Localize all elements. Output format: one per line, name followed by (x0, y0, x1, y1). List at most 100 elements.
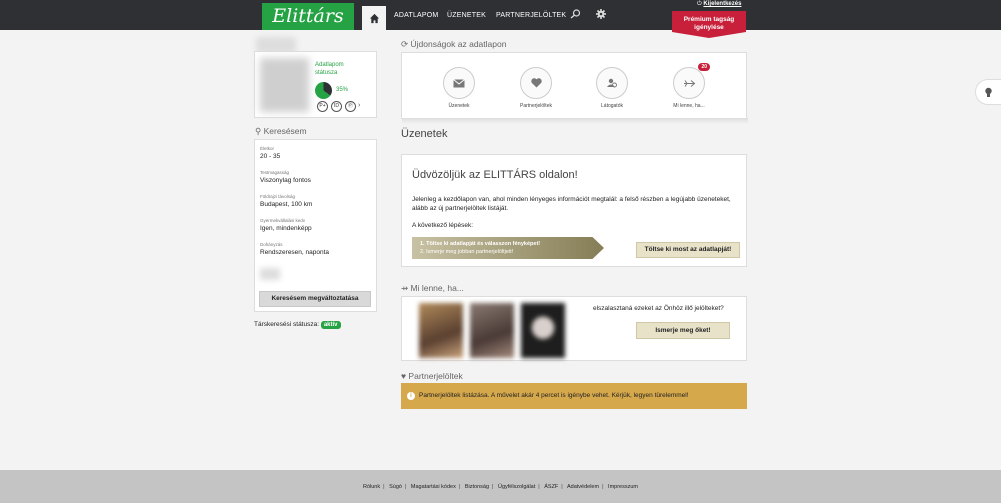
candidate-photo[interactable] (470, 303, 514, 358)
criterion-children: Gyermekvállalási kedv Igen, mindenképp (260, 218, 312, 233)
whatif-panel: elszalasztaná ezeket az Önhöz illő jelöl… (401, 296, 747, 361)
arrow-right-icon: › (358, 102, 361, 109)
nav-adatlapom[interactable]: ADATLAPOM (394, 0, 438, 30)
fill-profile-button[interactable]: Töltse ki most az adatlapját! (636, 242, 740, 258)
partners-section-title: ♥ Partnerjelöltek (401, 371, 463, 381)
news-circle: 20 (673, 63, 710, 99)
news-section-title: ⟳ Újdonságok az adatlapon (401, 39, 506, 50)
home-icon (369, 13, 379, 23)
badge-id-icon[interactable]: ID (331, 101, 342, 112)
criterion-age: Életkor 20 - 35 (260, 146, 280, 161)
dating-status-label: Társkeresési státusza: (254, 321, 320, 328)
premium-line2: igénylése (694, 24, 724, 31)
step-1: 1. Töltse ki adatlapját és válasszon fén… (420, 241, 541, 247)
whatif-question: elszalasztaná ezeket az Önhöz illő jelöl… (593, 305, 724, 312)
news-circle (596, 67, 628, 99)
footer-link-support[interactable]: Ügyfélszolgálat (498, 484, 535, 490)
profile-card: Adatlapom státusza 35% P+ ID Ⓟ › (254, 51, 377, 118)
candidate-photo[interactable] (521, 303, 565, 358)
criterion-value: Budapest, 100 km (260, 201, 313, 208)
news-item-label: Üzenetek (448, 103, 470, 109)
footer-link-about[interactable]: Rólunk (363, 484, 380, 490)
dating-status: Társkeresési státusza: aktív (254, 321, 341, 329)
profile-status-link[interactable]: Adatlapom státusza (315, 61, 355, 77)
change-search-button[interactable]: Keresésem megváltoztatása (259, 291, 371, 307)
whatif-section-title: ⇸ Mi lenne, ha... (401, 283, 464, 294)
arrow-icon (683, 79, 695, 87)
news-item-label: Látogatók (601, 103, 623, 109)
criterion-value: 20 - 35 (260, 153, 281, 160)
logout-link[interactable]: ⏻ Kijelentkezés (697, 1, 741, 8)
home-button[interactable] (362, 6, 386, 30)
messages-heading: Üzenetek (401, 128, 448, 140)
news-circle (520, 67, 552, 99)
news-item-visitors[interactable]: Látogatók (580, 67, 644, 109)
badge-p-plus-icon[interactable]: P+ (317, 101, 328, 112)
search-title-text: Keresésem (263, 126, 307, 136)
heart-icon (530, 78, 542, 88)
news-item-label: Mi lenne, ha... (673, 103, 705, 109)
completion-percent: 35% (336, 87, 349, 93)
elittars-logo[interactable]: Elittárs (262, 3, 354, 30)
notification-badge: 20 (698, 63, 710, 71)
footer-link-privacy[interactable]: Adatvédelem (567, 484, 599, 490)
criterion-height: Testmagasság Viszonylag fontos (260, 170, 311, 185)
search-criteria-box: Életkor 20 - 35 Testmagasság Viszonylag … (254, 139, 377, 312)
gear-icon[interactable] (596, 9, 606, 23)
lightbulb-icon (985, 87, 992, 97)
status-badge: aktív (320, 321, 341, 329)
info-icon: i (407, 392, 415, 400)
news-title-text: Újdonságok az adatlapon (410, 39, 507, 49)
partners-loading-notice: i Partnerjelöltek listázása. A művelet a… (401, 383, 747, 409)
search-icon: ⚲ (255, 126, 262, 136)
news-item-whatif[interactable]: 20 Mi lenne, ha... (657, 63, 721, 109)
footer-link-security[interactable]: Biztonság (465, 484, 489, 490)
welcome-title: Üdvözöljük az ELITTÁRS oldalon! (412, 169, 578, 181)
news-panel: Üzenetek Partnerjelöltek Látogatók 20 Mi… (401, 52, 748, 124)
nav-partnerjeloltek[interactable]: PARTNERJELÖLTEK (496, 0, 566, 30)
visitor-icon (607, 78, 617, 88)
steps-banner: 1. Töltse ki adatlapját és válasszon fén… (412, 237, 604, 259)
criterion-distance: Földrajzi távolság Budapest, 100 km (260, 194, 312, 209)
refresh-icon: ⟳ (401, 39, 409, 49)
blurred-criterion (260, 268, 280, 280)
candidate-photo[interactable] (419, 303, 463, 358)
meet-them-button[interactable]: Ismerje meg őket! (636, 322, 730, 339)
welcome-panel: Üdvözöljük az ELITTÁRS oldalon! Jelenleg… (401, 154, 747, 267)
news-item-partners[interactable]: Partnerjelöltek (504, 67, 568, 109)
loading-text: Partnerjelöltek listázása. A művelet aká… (419, 392, 689, 399)
envelope-icon (453, 78, 465, 87)
top-navbar: Elittárs ADATLAPOM ÜZENETEK PARTNERJELÖL… (0, 0, 1001, 30)
footer-links: Rólunk | Súgó | Magatartási kódex | Biztons… (363, 484, 638, 490)
nav-uzenetek[interactable]: ÜZENETEK (447, 0, 486, 30)
arrow-icon: ⇸ (401, 283, 409, 293)
next-steps-label: A következő lépések: (412, 222, 474, 229)
footer-link-imprint[interactable]: Impresszum (608, 484, 638, 490)
search-icon[interactable] (570, 9, 581, 23)
footer-link-help[interactable]: Súgó (389, 484, 402, 490)
footer-link-terms[interactable]: ÁSZF (544, 484, 558, 490)
heart-icon: ♥ (401, 371, 407, 381)
news-shadow (402, 118, 748, 124)
news-item-messages[interactable]: Üzenetek (427, 67, 491, 109)
completion-pie-chart (315, 82, 332, 99)
partners-title-text: Partnerjelöltek (408, 371, 463, 381)
step-2: 2. Ismerje meg jobban partnerjelöltjeit! (420, 249, 514, 255)
premium-line1: Prémium tagság (683, 16, 735, 23)
tips-button[interactable] (975, 79, 1001, 105)
criterion-smoking: Dohányzás Rendszeresen, naponta (260, 242, 329, 257)
criterion-value: Igen, mindenképp (260, 225, 312, 232)
search-section-title: ⚲ Keresésem (255, 126, 307, 137)
criterion-value: Rendszeresen, naponta (260, 249, 330, 256)
footer: Rólunk | Súgó | Magatartási kódex | Biztons… (0, 470, 1001, 503)
criterion-value: Viszonylag fontos (260, 177, 311, 184)
news-item-label: Partnerjelöltek (520, 103, 552, 109)
premium-membership-button[interactable]: Prémium tagság igénylése (672, 11, 746, 38)
badge-photo-icon[interactable]: Ⓟ (345, 101, 356, 112)
profile-photo[interactable] (260, 58, 309, 112)
power-icon: ⏻ (697, 1, 702, 7)
whatif-title-text: Mi lenne, ha... (410, 283, 464, 293)
logout-label: Kijelentkezés (703, 1, 742, 7)
news-circle (443, 67, 475, 99)
footer-link-code[interactable]: Magatartási kódex (411, 484, 456, 490)
